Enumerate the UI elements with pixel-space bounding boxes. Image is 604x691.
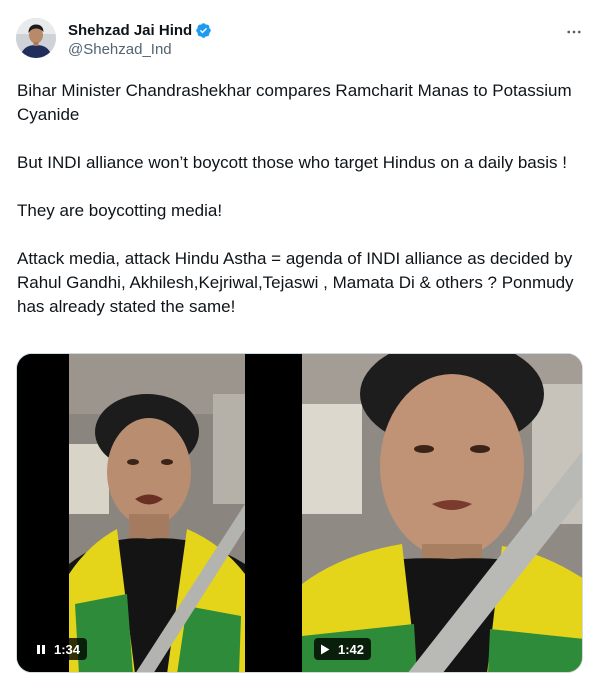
- video-duration: 1:42: [338, 641, 365, 657]
- video-duration-badge[interactable]: 1:42: [314, 638, 372, 660]
- video-player-2[interactable]: 1:42: [302, 354, 582, 672]
- media-grid: 1:34 1:42: [16, 353, 583, 673]
- profile-photo-icon: [16, 18, 56, 58]
- tweet-paragraph: But INDI alliance won’t boycott those wh…: [17, 153, 567, 172]
- avatar[interactable]: [16, 18, 56, 58]
- author-block: Shehzad Jai Hind @Shehzad_Ind: [68, 20, 212, 58]
- tweet-paragraph: They are boycotting media!: [17, 201, 223, 220]
- tweet-card[interactable]: Shehzad Jai Hind @Shehzad_Ind Bihar Mini…: [0, 0, 604, 691]
- tweet-text: Bihar Minister Chandrashekhar compares R…: [17, 79, 583, 319]
- video-player-1[interactable]: 1:34: [17, 354, 299, 672]
- tweet-paragraph: Bihar Minister Chandrashekhar compares R…: [17, 81, 577, 124]
- more-options-button[interactable]: [560, 18, 588, 46]
- video-duration-badge[interactable]: 1:34: [30, 638, 88, 660]
- video-thumbnail-2: [302, 354, 582, 672]
- ellipsis-icon: [567, 30, 581, 34]
- pause-icon: [37, 644, 45, 654]
- tweet-header: Shehzad Jai Hind @Shehzad_Ind: [16, 14, 588, 62]
- video-thumbnail-1: [17, 354, 299, 672]
- tweet-paragraph: Attack media, attack Hindu Astha = agend…: [17, 249, 579, 316]
- verified-badge-icon: [195, 22, 212, 39]
- author-handle[interactable]: @Shehzad_Ind: [68, 41, 212, 58]
- video-duration: 1:34: [54, 641, 81, 657]
- play-icon: [321, 644, 330, 654]
- author-display-name[interactable]: Shehzad Jai Hind: [68, 22, 192, 39]
- display-name-row: Shehzad Jai Hind: [68, 20, 212, 40]
